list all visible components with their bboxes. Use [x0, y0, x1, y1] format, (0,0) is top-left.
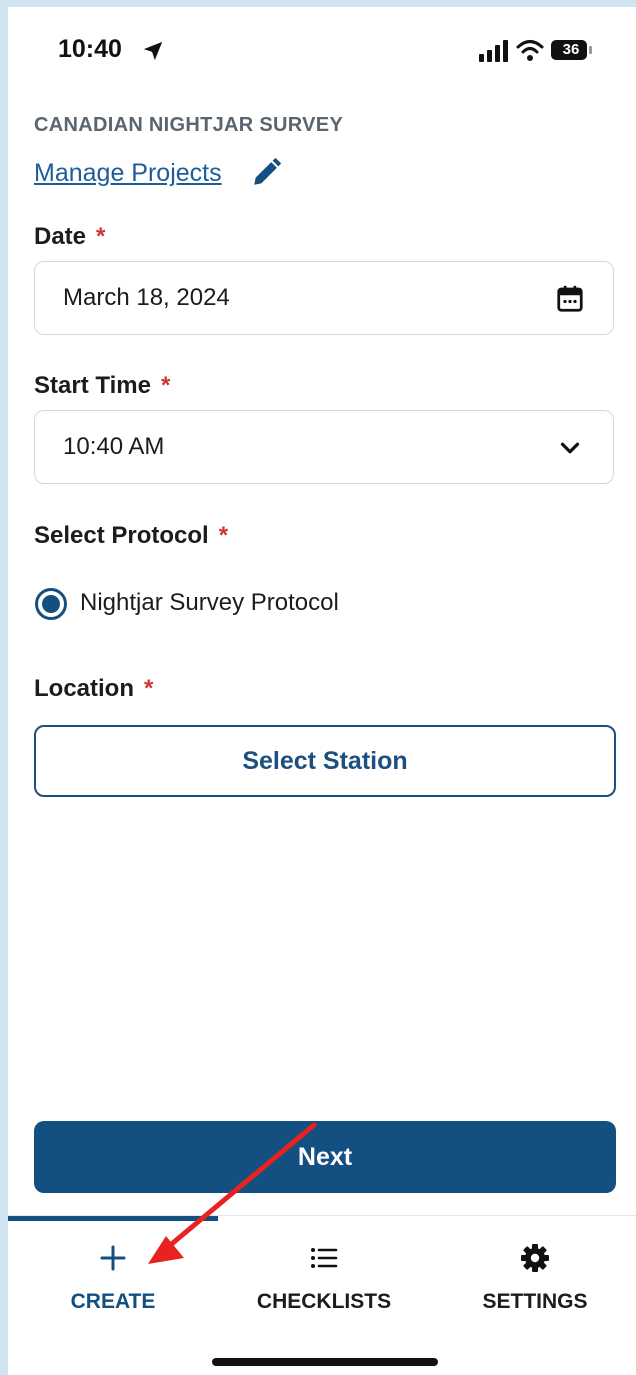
tab-create-label: CREATE	[70, 1290, 156, 1313]
select-station-button[interactable]: Select Station	[34, 725, 616, 797]
pencil-icon[interactable]	[250, 155, 284, 189]
wifi-icon	[516, 40, 544, 61]
status-time: 10:40	[58, 35, 122, 63]
active-tab-indicator	[8, 1216, 218, 1221]
tab-bar: CREATE CHECKLISTS SETTINGS	[8, 1215, 636, 1375]
signal-icon	[479, 40, 508, 62]
start-time-select[interactable]: 10:40 AM	[34, 410, 614, 484]
next-button[interactable]: Next	[34, 1121, 616, 1193]
gear-icon	[521, 1244, 549, 1272]
required-marker: *	[218, 522, 229, 549]
required-marker: *	[96, 223, 106, 250]
tab-settings-label: SETTINGS	[482, 1290, 588, 1313]
tab-settings[interactable]: SETTINGS	[435, 1242, 635, 1322]
tab-checklists-label: CHECKLISTS	[256, 1290, 392, 1313]
status-bar: 10:40 36	[8, 7, 636, 87]
manage-projects-link[interactable]: Manage Projects	[34, 159, 222, 188]
start-time-label: Start Time *	[34, 372, 171, 399]
project-name: CANADIAN NIGHTJAR SURVEY	[34, 114, 344, 136]
date-label: Date *	[34, 223, 106, 250]
protocol-option-label[interactable]: Nightjar Survey Protocol	[80, 589, 339, 617]
home-indicator	[212, 1358, 438, 1366]
location-arrow-icon	[143, 41, 163, 61]
chevron-down-icon[interactable]	[555, 433, 585, 463]
date-field[interactable]: March 18, 2024	[34, 261, 614, 335]
start-time-value: 10:40 AM	[63, 433, 165, 460]
tab-checklists[interactable]: CHECKLISTS	[224, 1242, 424, 1322]
required-marker: *	[144, 675, 154, 702]
calendar-icon[interactable]	[555, 284, 585, 314]
date-value: March 18, 2024	[63, 284, 230, 311]
location-label: Location *	[34, 675, 154, 702]
list-icon	[311, 1248, 338, 1268]
plus-icon	[100, 1245, 126, 1271]
battery-level: 36	[562, 41, 580, 58]
protocol-radio[interactable]	[34, 587, 68, 621]
required-marker: *	[160, 372, 171, 399]
app-screen: 10:40 36 CANADIAN NIGHTJAR SURVEY Manage…	[8, 7, 636, 1375]
protocol-label: Select Protocol *	[34, 522, 229, 549]
tab-create[interactable]: CREATE	[13, 1242, 213, 1322]
